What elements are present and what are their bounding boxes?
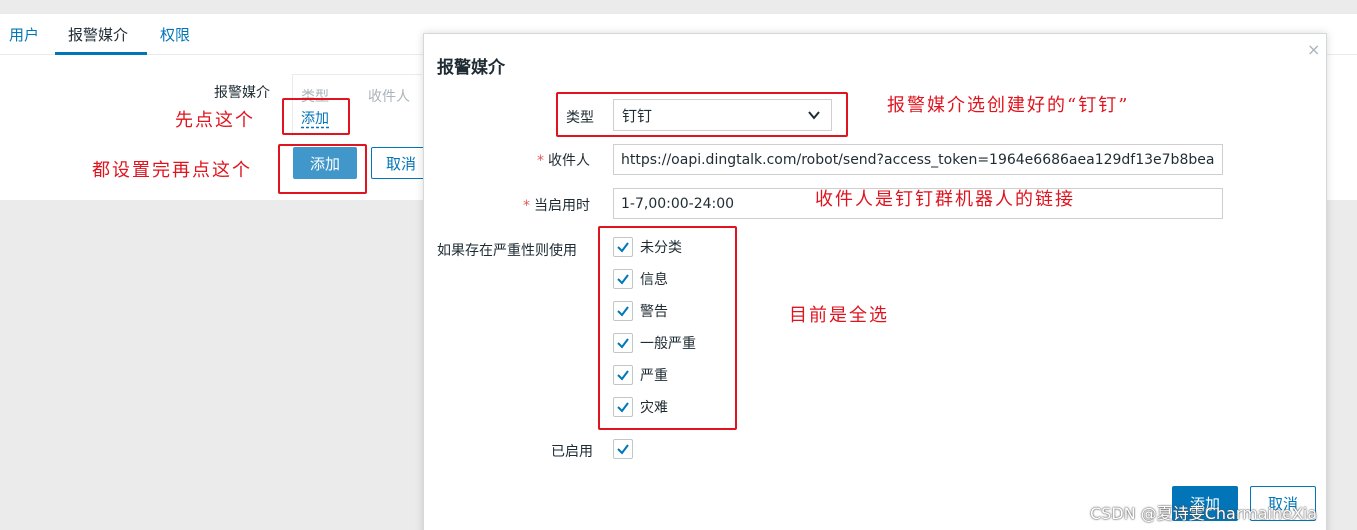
- annotation-select-dingtalk: 报警媒介选创建好的“钉钉”: [887, 95, 1130, 116]
- when-active-label: * 当启用时: [523, 198, 590, 214]
- enabled-checkbox-row[interactable]: [613, 438, 640, 460]
- annotation-box-add-link: [282, 98, 350, 135]
- recipient-label: * 收件人: [537, 153, 590, 169]
- annotation-all-selected: 目前是全选: [789, 305, 889, 326]
- required-marker: *: [523, 198, 530, 214]
- close-icon[interactable]: ×: [1307, 40, 1320, 59]
- recipient-input[interactable]: https://oapi.dingtalk.com/robot/send?acc…: [613, 144, 1223, 175]
- csdn-watermark: CSDN @夏诗雯CharmaineXia: [1090, 504, 1318, 523]
- media-field-label: 报警媒介: [214, 85, 270, 101]
- annotation-click-after: 都设置完再点这个: [92, 160, 252, 181]
- required-marker: *: [537, 153, 544, 169]
- tab-permissions[interactable]: 权限: [160, 24, 190, 45]
- top-strip: [0, 0, 1357, 14]
- cancel-user-button[interactable]: 取消: [371, 147, 431, 179]
- annotation-box-add-button: [278, 144, 367, 194]
- tab-users[interactable]: 用户: [9, 24, 39, 45]
- enabled-label: 已启用: [551, 444, 593, 460]
- annotation-click-first: 先点这个: [175, 110, 255, 131]
- check-icon: [617, 444, 629, 455]
- media-col-recipient: 收件人: [368, 89, 410, 105]
- active-tab-underline: [55, 52, 147, 55]
- enabled-checkbox[interactable]: [613, 439, 633, 459]
- annotation-recipient-note: 收件人是钉钉群机器人的链接: [815, 189, 1075, 210]
- tab-media[interactable]: 报警媒介: [68, 24, 128, 45]
- severity-label: 如果存在严重性则使用: [437, 243, 577, 259]
- dialog-title: 报警媒介: [437, 58, 505, 78]
- annotation-box-severities: [598, 226, 737, 430]
- annotation-box-type: [556, 92, 848, 137]
